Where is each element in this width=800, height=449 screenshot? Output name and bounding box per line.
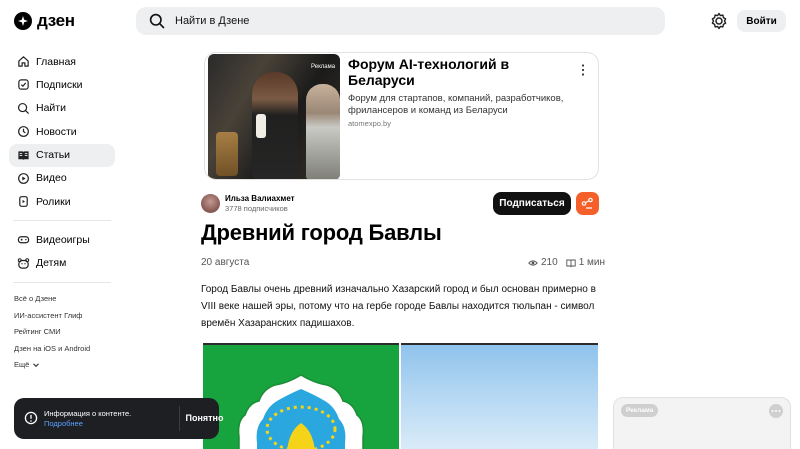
kids-icon [17, 257, 30, 269]
ad-image-bottle [256, 114, 266, 138]
content-info-toast: Информация о контенте. Подробнее Понятно [14, 398, 224, 439]
ad-image-person-2 [306, 84, 340, 179]
sidebar-item-label: Статьи [36, 149, 71, 162]
author-subscribers: 3778 подписчиков [225, 204, 288, 213]
ad-domain[interactable]: atomexpo.by [348, 119, 391, 128]
article-body: Город Бавлы очень древний изначально Хаз… [201, 284, 596, 329]
sidebar-divider [13, 281, 111, 283]
ad-image[interactable]: Реклама [208, 54, 340, 179]
sidebar-item-label: Найти [36, 102, 66, 115]
dzen-logo-icon [14, 12, 32, 30]
sidebar-item-label: Детям [36, 257, 67, 270]
footer-link-about[interactable]: Всё о Дзене [9, 291, 115, 308]
sidebar-item-label: Главная [36, 55, 76, 68]
article-date: 20 августа [201, 257, 250, 268]
ad-image-tag: Реклама [311, 64, 336, 70]
settings-gear-icon[interactable] [709, 11, 729, 31]
ad-card[interactable]: Реклама Форум AI-технологий в Беларуси Ф… [204, 52, 599, 180]
footer-link-media-rating[interactable]: Рейтинг СМИ [9, 324, 115, 341]
sidebar-item-label: Подписки [36, 78, 83, 91]
logo-text: дзен [37, 11, 75, 30]
article-title: Древний город Бавлы [201, 220, 442, 245]
read-time-book-icon [566, 259, 576, 267]
sidebar-item-shorts[interactable]: Ролики [9, 190, 115, 213]
news-icon [18, 126, 29, 138]
footer-more-label: Ещё [14, 360, 30, 370]
subscriptions-icon [18, 79, 29, 91]
search-input[interactable] [175, 15, 635, 27]
mini-ad-card[interactable]: Реклама [613, 397, 791, 449]
search-icon [149, 13, 165, 29]
sidebar-item-search[interactable]: Найти [9, 97, 115, 120]
subscribe-button[interactable]: Подписаться [493, 192, 571, 215]
sidebar-item-kids[interactable]: Детям [9, 252, 115, 275]
ad-image-glass [216, 132, 238, 176]
gamepad-icon [17, 236, 30, 244]
read-time: 1 мин [578, 257, 606, 268]
sky-photo-image[interactable] [401, 343, 598, 449]
sidebar-item-label: Видео [36, 172, 67, 185]
sidebar-item-label: Новости [36, 125, 77, 138]
sidebar-item-label: Ролики [36, 195, 71, 208]
chevron-down-icon [33, 363, 40, 368]
sidebar-item-videogames[interactable]: Видеоигры [9, 228, 115, 251]
sidebar-item-home[interactable]: Главная [9, 50, 115, 73]
eye-icon [528, 259, 538, 266]
footer-link-apps[interactable]: Дзен на iOS и Android [9, 340, 115, 357]
ad-title[interactable]: Форум AI-технологий в Беларуси [348, 56, 548, 88]
article-images [203, 343, 598, 449]
sidebar-divider [13, 220, 111, 222]
author-avatar[interactable] [201, 194, 220, 213]
share-button[interactable] [576, 192, 599, 215]
toast-ok-button[interactable]: Понятно [180, 408, 229, 428]
header: дзен Войти [0, 0, 800, 44]
footer-link-more[interactable]: Ещё [9, 357, 115, 374]
toast-more-link[interactable]: Подробнее [44, 419, 83, 428]
sidebar: Главная Подписки Найти Новости Статьи Ви… [9, 50, 115, 373]
views-count: 210 [541, 257, 558, 268]
article-stats: 210 1 мин [528, 257, 605, 268]
logo[interactable]: дзен [14, 11, 75, 31]
sidebar-item-subscriptions[interactable]: Подписки [9, 73, 115, 96]
sidebar-item-news[interactable]: Новости [9, 120, 115, 143]
author-name[interactable]: Ильза Валиахмет [225, 194, 295, 203]
toast-text: Информация о контенте. [44, 409, 132, 418]
sidebar-item-articles[interactable]: Статьи [9, 143, 115, 167]
login-button[interactable]: Войти [737, 10, 786, 32]
more-vertical-icon[interactable] [579, 63, 587, 77]
share-icon [581, 197, 593, 209]
sidebar-item-label: Видеоигры [36, 233, 90, 246]
coat-of-arms-image[interactable] [203, 343, 399, 449]
tulip-emblem-icon [237, 374, 365, 449]
sidebar-item-video[interactable]: Видео [9, 167, 115, 190]
video-icon [18, 173, 29, 184]
search-icon [17, 102, 30, 114]
home-icon [18, 56, 29, 67]
ad-description: Форум для стартапов, компаний, разработч… [348, 93, 564, 116]
shorts-icon [19, 196, 28, 208]
mini-ad-tag: Реклама [621, 404, 659, 417]
search-bar[interactable] [136, 7, 665, 35]
more-horizontal-icon[interactable] [769, 404, 783, 418]
articles-icon [18, 150, 29, 160]
info-icon [24, 411, 38, 425]
footer-link-ai-assistant[interactable]: ИИ-ассистент Глиф [9, 307, 115, 324]
